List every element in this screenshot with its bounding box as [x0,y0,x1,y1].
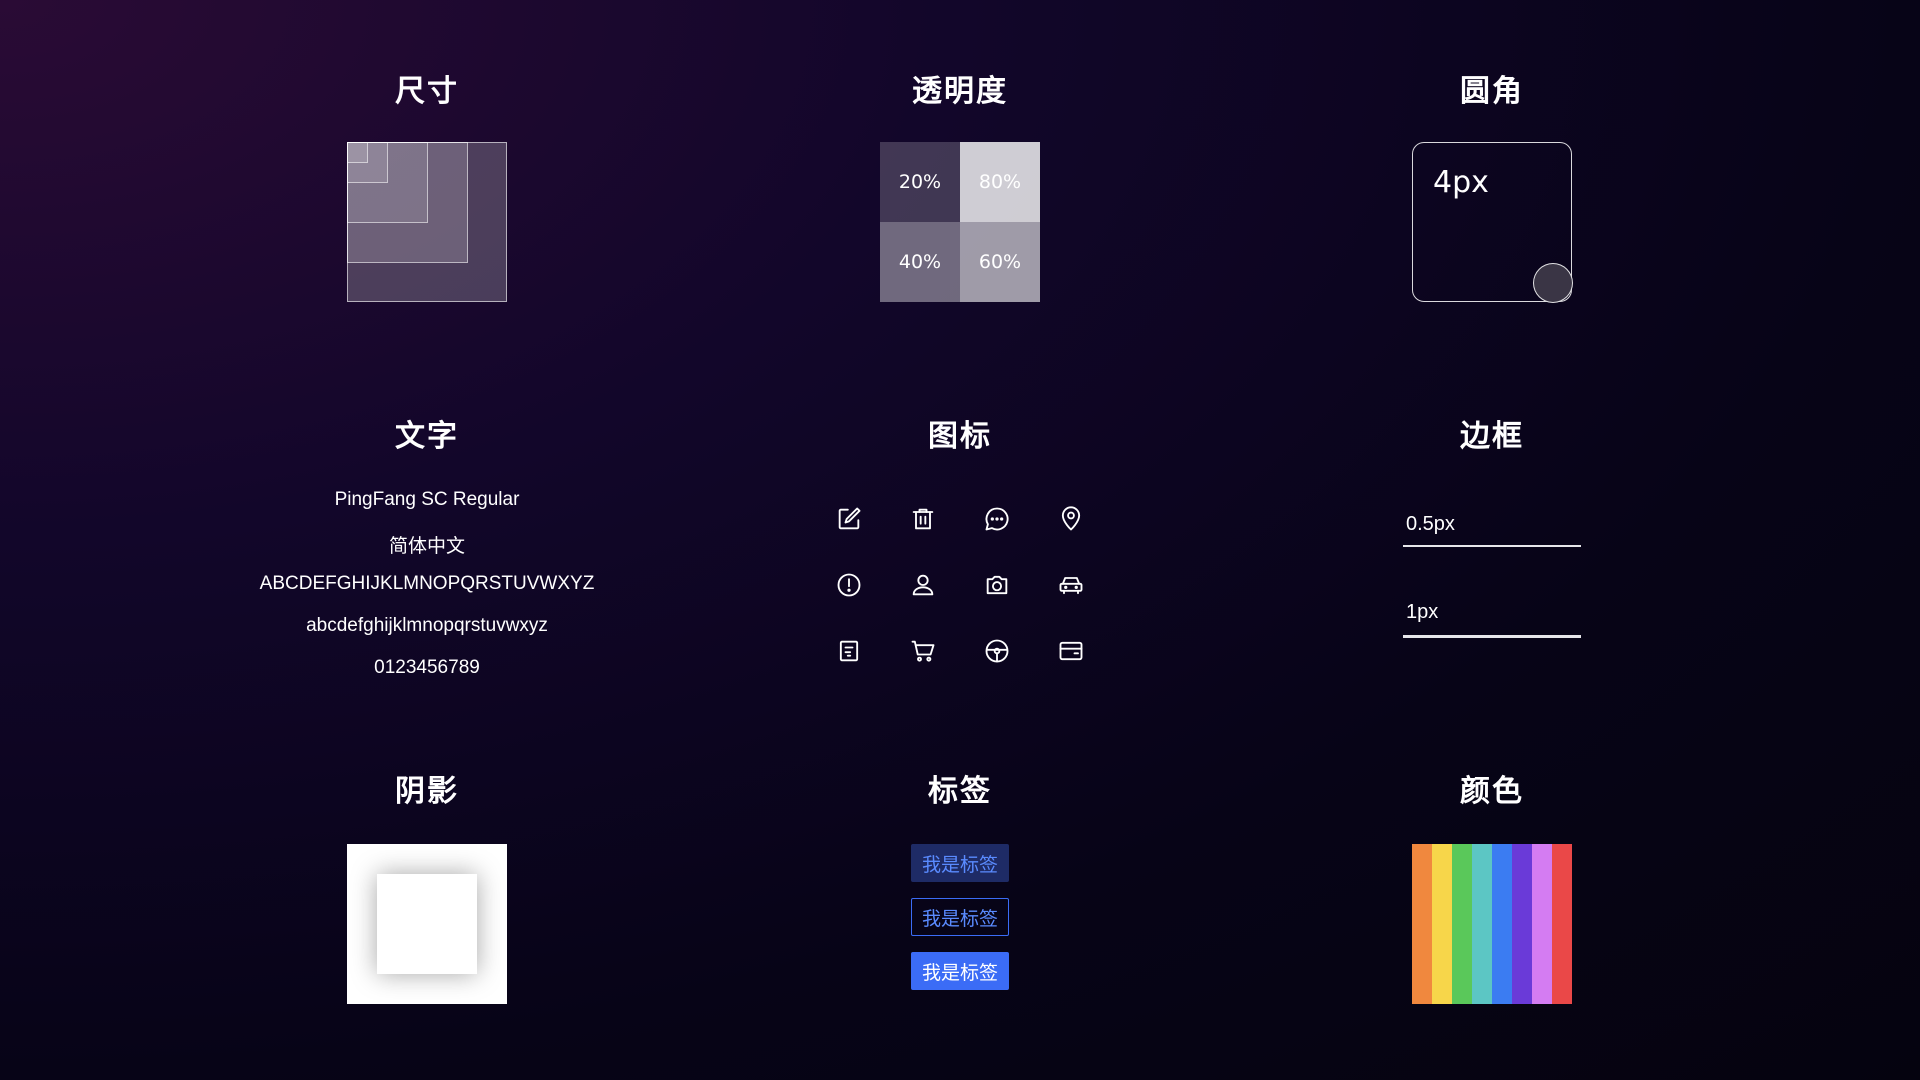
opacity-cell-20: 20% [880,142,960,222]
tags-section: 标签 我是标签 我是标签 我是标签 [720,760,1200,1010]
tag-filled-light[interactable]: 我是标签 [911,844,1009,882]
document-icon[interactable] [835,637,863,665]
text-digits-sample: 0123456789 [374,657,480,678]
camera-icon[interactable] [983,571,1011,599]
border-title: 边框 [1460,419,1524,454]
border-thin-label: 0.5px [1406,513,1455,535]
radius-section: 圆角 4px [1252,60,1732,310]
car-icon[interactable] [1057,571,1085,599]
trash-icon[interactable] [909,505,937,533]
wallet-card-icon[interactable] [1057,637,1085,665]
edit-icon[interactable] [835,505,863,533]
icons-title: 图标 [928,419,992,454]
size-square-tiny [347,142,368,163]
color-swatch-orange [1412,844,1432,1004]
text-font-name: PingFang SC Regular [334,489,520,510]
color-swatch-purple [1512,844,1532,1004]
tag-outlined[interactable]: 我是标签 [911,898,1009,936]
chat-bubble-icon[interactable] [983,505,1011,533]
opacity-section: 透明度 20% 80% 40% 60% [720,60,1200,310]
radius-demo-box: 4px [1412,142,1573,303]
location-pin-icon[interactable] [1057,505,1085,533]
color-swatch-yellow [1432,844,1452,1004]
tags-title: 标签 [928,774,992,809]
shadow-title: 阴影 [395,774,459,809]
color-section: 颜色 [1252,760,1732,1010]
text-title: 文字 [395,419,459,454]
text-uppercase-sample: ABCDEFGHIJKLMNOPQRSTUVWXYZ [259,573,595,594]
border-thick-label: 1px [1406,601,1439,623]
text-lowercase-sample: abcdefghijklmnopqrstuvwxyz [306,615,548,636]
color-title: 颜色 [1460,774,1524,809]
opacity-cell-60: 60% [960,222,1040,302]
color-swatch-teal [1472,844,1492,1004]
border-thin-line [1403,545,1581,547]
opacity-title: 透明度 [912,74,1008,109]
text-section: 文字 PingFang SC Regular 简体中文 ABCDEFGHIJKL… [187,405,667,705]
shadow-demo-card [347,844,507,1004]
radius-title: 圆角 [1460,74,1524,109]
text-chinese-sample: 简体中文 [388,536,465,557]
shopping-cart-icon[interactable] [909,637,937,665]
size-section: 尺寸 [187,60,667,310]
radius-corner-dot [1533,263,1573,303]
shadow-inner-square [377,874,477,974]
size-title: 尺寸 [395,74,459,109]
icons-section: 图标 [720,405,1200,705]
color-swatch-pink [1532,844,1552,1004]
border-section: 边框 0.5px 1px [1252,405,1732,705]
color-swatch-green [1452,844,1472,1004]
radius-label: 4px [1433,165,1489,200]
alert-circle-icon[interactable] [835,571,863,599]
tag-filled-solid[interactable]: 我是标签 [911,952,1009,990]
user-icon[interactable] [909,571,937,599]
size-demo [347,142,507,302]
opacity-grid: 20% 80% 40% 60% [880,142,1040,302]
opacity-cell-40: 40% [880,222,960,302]
color-palette [1412,844,1572,1004]
color-swatch-red [1552,844,1572,1004]
opacity-cell-80: 80% [960,142,1040,222]
border-thick-line [1403,635,1581,638]
shadow-section: 阴影 [187,760,667,1010]
steering-wheel-icon[interactable] [983,637,1011,665]
color-swatch-blue [1492,844,1512,1004]
